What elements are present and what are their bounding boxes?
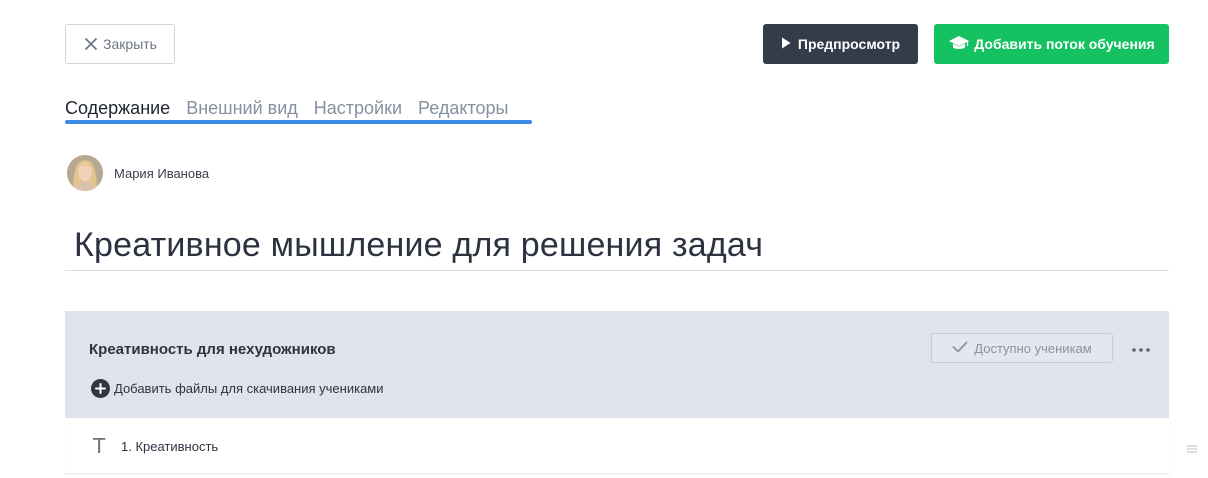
play-icon (781, 36, 791, 52)
module-title[interactable]: Креативность для нехудожников (89, 341, 336, 358)
close-icon (83, 36, 99, 52)
title-divider (65, 270, 1169, 271)
graduation-cap-icon (948, 35, 970, 54)
author-name: Мария Иванова (114, 165, 210, 181)
add-files-label: Добавить файлы для скачивания учениками (114, 381, 384, 396)
close-button-label: Закрыть (103, 36, 157, 52)
more-dots-icon (1132, 339, 1150, 357)
add-files-button[interactable]: Добавить файлы для скачивания учениками (91, 379, 384, 398)
drag-handle-icon[interactable] (1187, 441, 1197, 453)
lesson-title[interactable]: 1. Креативность (121, 439, 218, 454)
author-info: Мария Иванова (67, 155, 209, 191)
lesson-row[interactable]: T 1. Креативность (65, 418, 1169, 474)
available-status-label: Доступно ученикам (974, 340, 1092, 356)
avatar (67, 155, 103, 191)
add-stream-button[interactable]: Добавить поток обучения (934, 24, 1169, 64)
more-options-button[interactable] (1131, 338, 1151, 358)
add-stream-button-label: Добавить поток обучения (974, 36, 1155, 52)
plus-circle-icon (91, 379, 110, 398)
module-header: Креативность для нехудожников Доступно у… (65, 311, 1169, 418)
check-icon (952, 341, 968, 356)
tabs-underline (65, 120, 532, 124)
close-button[interactable]: Закрыть (65, 24, 175, 64)
course-title[interactable]: Креативное мышление для решения задач (74, 224, 763, 266)
text-type-icon: T (93, 434, 106, 458)
preview-button-label: Предпросмотр (797, 36, 901, 52)
available-to-students-button[interactable]: Доступно ученикам (931, 333, 1113, 363)
preview-button[interactable]: Предпросмотр (763, 24, 918, 64)
